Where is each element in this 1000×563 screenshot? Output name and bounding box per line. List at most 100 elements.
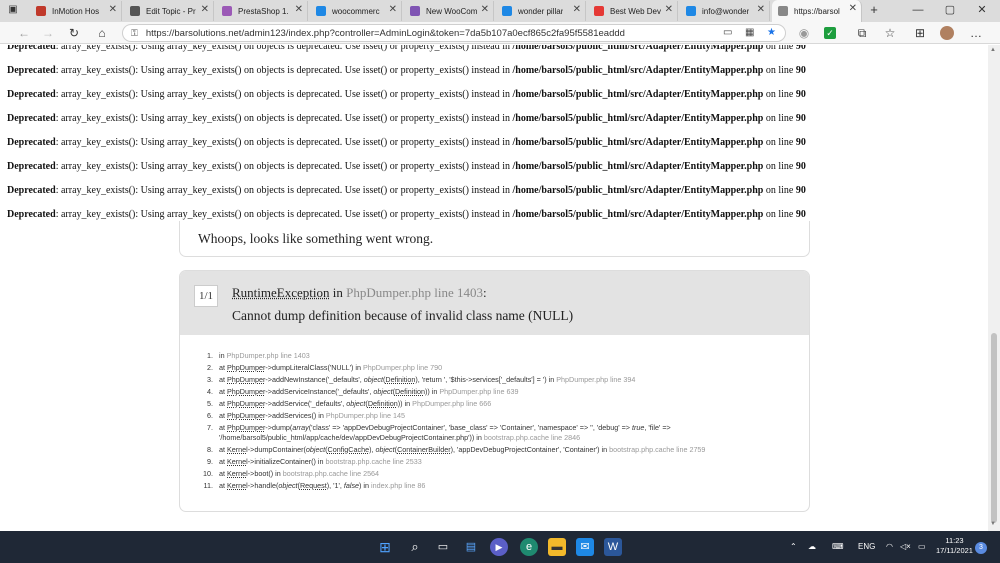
forward-button[interactable]: → [40,25,56,41]
trace-row: 3. at PhpDumper->addNewInstance('_default… [200,375,790,385]
trace-class[interactable]: ConfigCache [328,445,370,454]
tab-4[interactable]: woocommerc ✕ [310,1,402,21]
close-tab-icon[interactable]: ✕ [665,4,673,15]
exception-class[interactable]: RuntimeException [232,285,329,300]
extension-check-icon[interactable]: ✓ [824,27,836,39]
tab-7[interactable]: Best Web Dev ✕ [588,1,678,21]
tab-9[interactable]: https://barsol ✕ [772,0,862,22]
trace-class[interactable]: PhpDumper [227,363,265,372]
trace-class[interactable]: PhpDumper [227,375,265,384]
trace-class[interactable]: Definition [385,375,415,384]
close-tab-icon[interactable]: ✕ [573,4,581,15]
trace-text: at Kernel->handle(object(Request), '1', … [219,481,425,491]
trace-class[interactable]: Kernel [227,457,248,466]
deprecation-notice: Deprecated: array_key_exists(): Using ar… [7,65,806,76]
deprecation-on-line: on line [763,113,796,124]
scrollbar[interactable]: ▲ ▼ [988,45,1000,531]
tab-2[interactable]: Edit Topic - Pr ✕ [124,1,214,21]
tab-5[interactable]: New WooCom ✕ [404,1,494,21]
maximize-button[interactable]: ▢ [938,2,962,18]
search-icon[interactable]: ⌕ [406,538,424,556]
trace-class[interactable]: Definition [395,387,425,396]
mail-icon[interactable]: ✉ [576,538,594,556]
deprecation-message: : array_key_exists(): Using array_key_ex… [55,185,513,196]
trace-class[interactable]: Definition [368,399,398,408]
keyboard-icon[interactable]: ⌨ [832,542,844,551]
trace-class[interactable]: Request [300,481,327,490]
trace-fragment: ->addServices() in [265,410,326,420]
lock-icon[interactable]: ⚿ [131,28,138,39]
deprecation-message: : array_key_exists(): Using array_key_ex… [55,113,513,124]
trace-class[interactable]: PhpDumper [227,399,265,408]
exception-panel: 1/1 RuntimeException in PhpDumper.php li… [179,270,810,512]
trace-fragment: ('class' => 'appDevDebugProjectContainer… [308,422,632,432]
deprecation-message: : array_key_exists(): Using array_key_ex… [55,137,513,148]
close-tab-icon[interactable]: ✕ [389,4,397,15]
trace-class[interactable]: PhpDumper [227,387,265,396]
trace-text: at PhpDumper->addService('_defaults', ob… [219,399,491,409]
scroll-up-icon[interactable]: ▲ [990,47,996,53]
favorite-star-icon[interactable]: ★ [767,27,776,38]
trace-class[interactable]: Kernel [227,469,248,478]
start-icon[interactable]: ⊞ [376,538,394,556]
close-tab-icon[interactable]: ✕ [757,4,765,15]
deprecation-message: : array_key_exists(): Using array_key_ex… [55,209,513,220]
address-bar[interactable]: ⚿ https://barsolutions.net/admin123/inde… [122,24,786,42]
cloud-icon[interactable]: ☁ [808,542,816,551]
tab-1[interactable]: InMotion Hos ✕ [30,1,122,21]
trace-class[interactable]: PhpDumper [227,423,265,432]
file-explorer-icon[interactable]: ▬ [548,538,566,556]
scrollbar-thumb[interactable] [991,333,997,523]
new-tab-button[interactable]: + [866,2,882,18]
chevron-up-icon[interactable]: ⌃ [790,542,797,551]
extensions-icon[interactable]: ⧉ [854,25,870,41]
trace-class[interactable]: ContainerBuilder [397,445,451,454]
back-button[interactable]: ← [16,25,32,41]
qr-code-icon[interactable]: ▦ [745,27,754,38]
tab-8[interactable]: info@wonder ✕ [680,1,770,21]
trace-location: bootstrap.php.cache line 2846 [483,432,581,442]
tab-3[interactable]: PrestaShop 1. ✕ [216,1,308,21]
wifi-icon[interactable]: ◠ [886,542,893,551]
read-aloud-icon[interactable]: ▭ [723,27,732,38]
language-indicator[interactable]: ENG [858,542,875,551]
word-icon[interactable]: W [604,538,622,556]
deprecation-file: /home/barsol5/public_html/src/Adapter/En… [512,209,764,220]
close-tab-icon[interactable]: ✕ [849,3,857,14]
home-button[interactable]: ⌂ [94,25,110,41]
widgets-icon[interactable]: ▤ [462,538,480,556]
volume-icon[interactable]: ◁× [900,542,911,551]
edge-icon[interactable]: e [520,538,538,556]
close-tab-icon[interactable]: ✕ [481,4,489,15]
refresh-button[interactable]: ↻ [66,25,82,41]
avatar[interactable] [940,26,954,40]
trace-number: 7. [207,422,213,432]
trace-class[interactable]: Kernel [227,481,248,490]
tab-actions-icon[interactable]: ▣ [6,4,20,16]
close-tab-icon[interactable]: ✕ [109,4,117,15]
battery-icon[interactable]: ▭ [918,542,926,551]
trace-class[interactable]: Kernel [227,445,248,454]
notification-badge[interactable]: 3 [975,542,987,554]
settings-menu-button[interactable]: … [968,25,984,41]
task-view-icon[interactable]: ▭ [434,538,452,556]
close-tab-icon[interactable]: ✕ [295,4,303,15]
trace-text: at Kernel->boot() in bootstrap.php.cache… [219,469,379,479]
trace-number: 2. [207,362,213,372]
collections-icon[interactable]: ⊞ [912,25,928,41]
close-window-button[interactable]: ✕ [970,2,994,18]
tab-6[interactable]: wonder pillar ✕ [496,1,586,21]
minimize-button[interactable]: — [906,2,930,18]
profile-sync-icon[interactable]: ◉ [796,25,812,41]
trace-class[interactable]: PhpDumper [227,411,265,420]
deprecation-label: Deprecated [7,137,56,148]
deprecation-on-line: on line [763,45,796,52]
scroll-down-icon[interactable]: ▼ [990,521,996,527]
favorites-icon[interactable]: ☆ [882,25,898,41]
close-tab-icon[interactable]: ✕ [201,4,209,15]
deprecation-file: /home/barsol5/public_html/src/Adapter/En… [512,89,764,100]
trace-text: at PhpDumper->addServiceInstance('_defau… [219,387,518,397]
chat-icon[interactable]: ▶ [490,538,508,556]
trace-fragment: at [219,386,227,396]
clock[interactable]: 11:23 17/11/2021 [936,536,973,556]
